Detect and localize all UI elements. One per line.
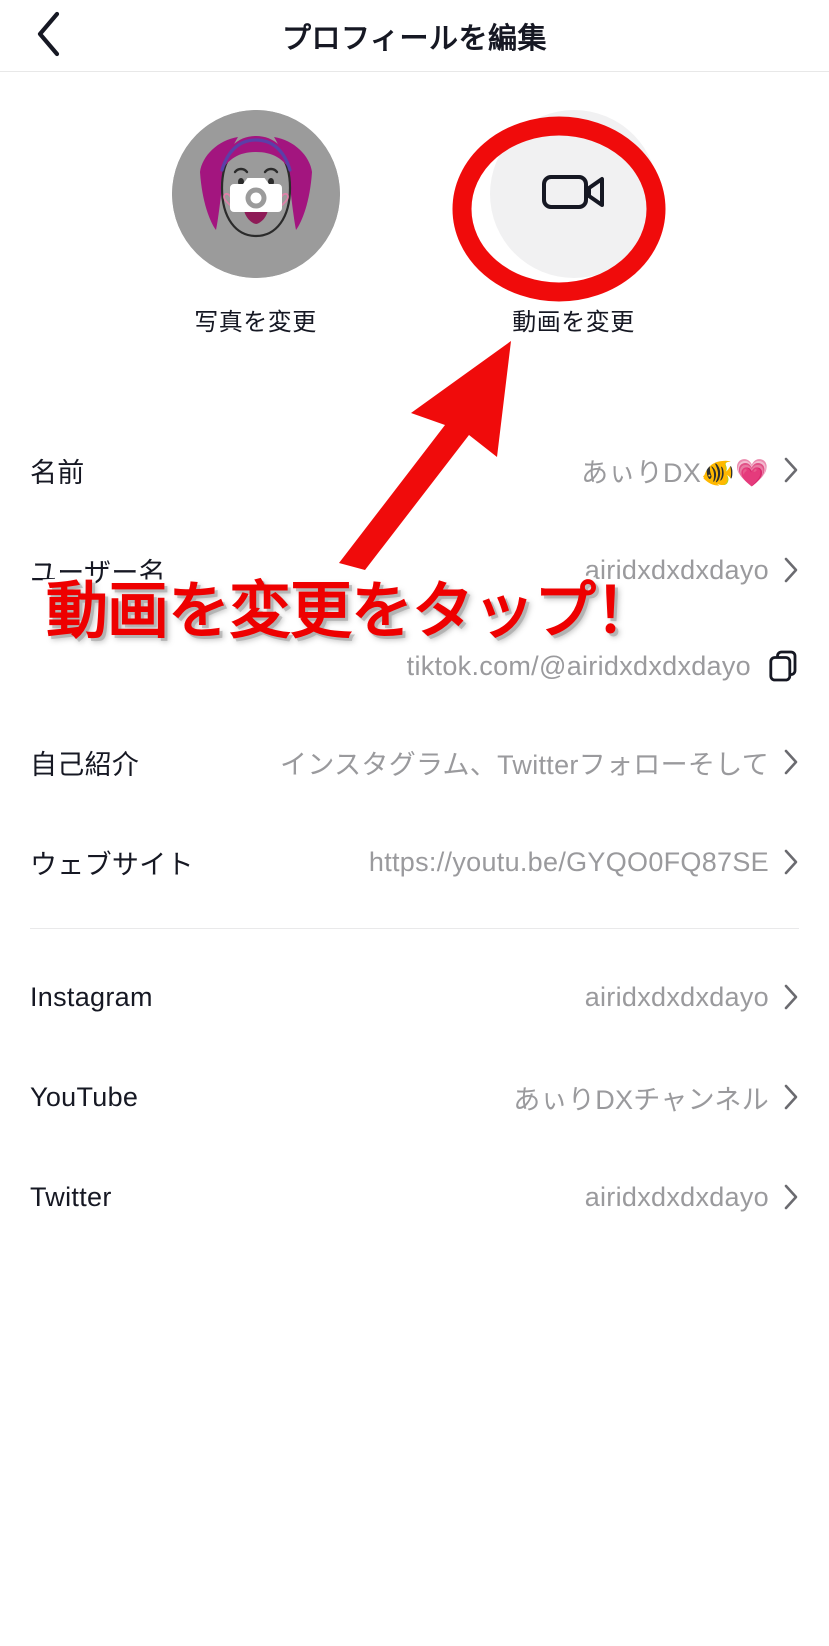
field-row-youtube[interactable]: YouTube あぃりDXチャンネル [0, 1047, 829, 1147]
media-picker-row: 写真を変更 動画を変更 [0, 110, 829, 337]
field-value: https://youtu.be/GYQO0FQ87SE [368, 846, 769, 877]
field-value: airidxdxdxdayo [584, 554, 769, 585]
field-value: あぃりDX🐠💗 [581, 457, 769, 488]
chevron-right-icon [783, 848, 799, 876]
change-video-button[interactable]: 動画を変更 [489, 110, 658, 337]
change-photo-button[interactable]: 写真を変更 [171, 110, 340, 337]
camera-icon [229, 172, 283, 216]
field-label: 名前 [30, 457, 85, 488]
back-button[interactable] [20, 8, 76, 64]
section-divider [30, 928, 799, 929]
copy-icon[interactable] [769, 650, 799, 682]
video-camera-icon [541, 168, 607, 221]
field-row-bio[interactable]: 自己紹介 インスタグラム、Twitterフォローそして [0, 712, 829, 812]
field-value: インスタグラム、Twitterフォローそして [280, 749, 769, 780]
video-thumbnail [489, 110, 658, 278]
chevron-right-icon [783, 456, 799, 484]
chevron-right-icon [783, 556, 799, 584]
profile-field-list: 名前 あぃりDX🐠💗 ユーザー名 airidxdxdxdayo tiktok.c… [0, 420, 829, 1247]
chevron-left-icon [33, 10, 63, 61]
change-video-label: 動画を変更 [512, 309, 635, 336]
field-label: ウェブサイト [30, 849, 194, 880]
field-value: airidxdxdxdayo [584, 1181, 769, 1212]
page-title: プロフィールを編集 [282, 22, 547, 55]
field-label: Twitter [30, 1181, 112, 1212]
field-row-twitter[interactable]: Twitter airidxdxdxdayo [0, 1147, 829, 1247]
chevron-right-icon [783, 748, 799, 776]
field-value: airidxdxdxdayo [584, 981, 769, 1012]
chevron-right-icon [783, 983, 799, 1011]
field-label: YouTube [30, 1081, 139, 1112]
change-photo-label: 写真を変更 [194, 309, 317, 336]
field-row-username[interactable]: ユーザー名 airidxdxdxdayo [0, 520, 829, 620]
field-label: ユーザー名 [30, 557, 166, 588]
profile-url-row[interactable]: tiktok.com/@airidxdxdxdayo [0, 620, 829, 712]
avatar [171, 110, 340, 278]
field-row-website[interactable]: ウェブサイト https://youtu.be/GYQO0FQ87SE [0, 812, 829, 912]
field-value: あぃりDXチャンネル [513, 1084, 769, 1115]
field-label: 自己紹介 [30, 749, 140, 780]
edit-profile-screen: プロフィールを編集 写真を変更 動画を変更 名前 あぃりDX🐠💗 ユーザー名 a… [0, 0, 829, 1646]
profile-url-value: tiktok.com/@airidxdxdxdayo [406, 650, 751, 681]
app-header: プロフィールを編集 [0, 0, 829, 72]
field-label: Instagram [30, 981, 153, 1012]
chevron-right-icon [783, 1083, 799, 1111]
field-row-instagram[interactable]: Instagram airidxdxdxdayo [0, 947, 829, 1047]
field-row-name[interactable]: 名前 あぃりDX🐠💗 [0, 420, 829, 520]
chevron-right-icon [783, 1183, 799, 1211]
